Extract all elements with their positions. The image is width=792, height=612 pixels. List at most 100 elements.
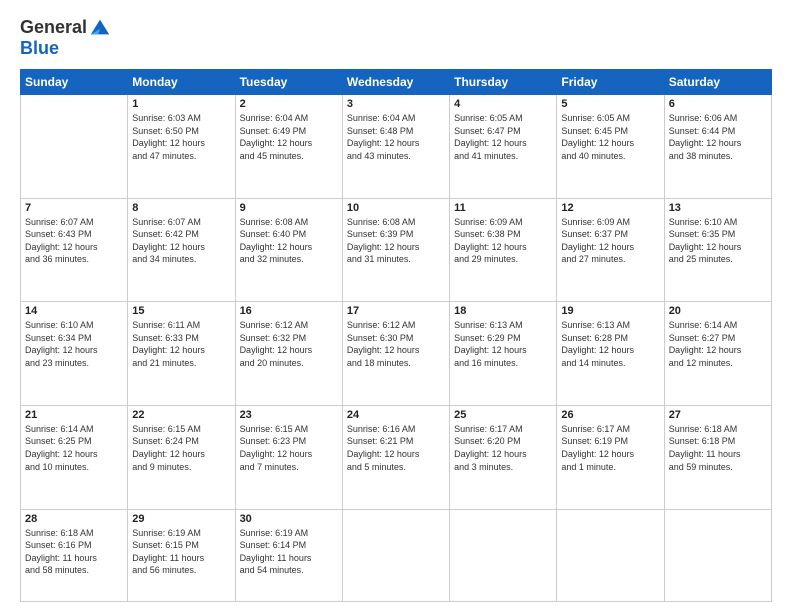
day-info: Sunrise: 6:10 AM Sunset: 6:35 PM Dayligh…	[669, 216, 767, 266]
day-number: 24	[347, 409, 445, 421]
day-number: 5	[561, 98, 659, 110]
day-number: 21	[25, 409, 123, 421]
calendar-cell: 27 Sunrise: 6:18 AM Sunset: 6:18 PM Dayli…	[664, 405, 771, 509]
day-info: Sunrise: 6:10 AM Sunset: 6:34 PM Dayligh…	[25, 319, 123, 369]
day-info: Sunrise: 6:04 AM Sunset: 6:49 PM Dayligh…	[240, 112, 338, 162]
day-info: Sunrise: 6:07 AM Sunset: 6:42 PM Dayligh…	[132, 216, 230, 266]
calendar-cell: 13 Sunrise: 6:10 AM Sunset: 6:35 PM Dayli…	[664, 198, 771, 302]
calendar-week-5: 28 Sunrise: 6:18 AM Sunset: 6:16 PM Dayli…	[21, 509, 772, 602]
calendar-cell	[557, 509, 664, 602]
calendar-cell: 4Sunrise: 6:05 AM Sunset: 6:47 PM Daylig…	[450, 95, 557, 199]
calendar-cell: 25 Sunrise: 6:17 AM Sunset: 6:20 PM Dayli…	[450, 405, 557, 509]
day-info: Sunrise: 6:19 AM Sunset: 6:15 PM Dayligh…	[132, 527, 230, 577]
day-info: Sunrise: 6:17 AM Sunset: 6:19 PM Dayligh…	[561, 423, 659, 473]
calendar-cell: 18 Sunrise: 6:13 AM Sunset: 6:29 PM Dayli…	[450, 302, 557, 406]
day-number: 25	[454, 409, 552, 421]
day-number: 2	[240, 98, 338, 110]
day-number: 17	[347, 305, 445, 317]
calendar-cell: 17 Sunrise: 6:12 AM Sunset: 6:30 PM Dayli…	[342, 302, 449, 406]
day-number: 23	[240, 409, 338, 421]
day-number: 22	[132, 409, 230, 421]
calendar-cell: 12 Sunrise: 6:09 AM Sunset: 6:37 PM Dayli…	[557, 198, 664, 302]
day-number: 15	[132, 305, 230, 317]
calendar-cell: 20Sunrise: 6:14 AM Sunset: 6:27 PM Dayli…	[664, 302, 771, 406]
logo-general-text: General	[20, 17, 87, 38]
day-info: Sunrise: 6:15 AM Sunset: 6:24 PM Dayligh…	[132, 423, 230, 473]
day-info: Sunrise: 6:06 AM Sunset: 6:44 PM Dayligh…	[669, 112, 767, 162]
calendar-cell: 7 Sunrise: 6:07 AM Sunset: 6:43 PM Daylig…	[21, 198, 128, 302]
calendar-header-row: SundayMondayTuesdayWednesdayThursdayFrid…	[21, 70, 772, 95]
calendar-header-saturday: Saturday	[664, 70, 771, 95]
calendar-cell: 5 Sunrise: 6:05 AM Sunset: 6:45 PM Daylig…	[557, 95, 664, 199]
day-number: 28	[25, 513, 123, 525]
day-number: 27	[669, 409, 767, 421]
calendar-cell: 14 Sunrise: 6:10 AM Sunset: 6:34 PM Dayli…	[21, 302, 128, 406]
day-number: 9	[240, 202, 338, 214]
day-number: 26	[561, 409, 659, 421]
calendar-cell: 26 Sunrise: 6:17 AM Sunset: 6:19 PM Dayli…	[557, 405, 664, 509]
calendar-cell	[21, 95, 128, 199]
day-number: 8	[132, 202, 230, 214]
page: General Blue SundayMondayTuesdayWednesda…	[0, 0, 792, 612]
day-info: Sunrise: 6:18 AM Sunset: 6:16 PM Dayligh…	[25, 527, 123, 577]
day-number: 4	[454, 98, 552, 110]
day-info: Sunrise: 6:05 AM Sunset: 6:45 PM Dayligh…	[561, 112, 659, 162]
calendar-cell: 15 Sunrise: 6:11 AM Sunset: 6:33 PM Dayli…	[128, 302, 235, 406]
day-info: Sunrise: 6:07 AM Sunset: 6:43 PM Dayligh…	[25, 216, 123, 266]
day-number: 1	[132, 98, 230, 110]
calendar-cell: 19 Sunrise: 6:13 AM Sunset: 6:28 PM Dayli…	[557, 302, 664, 406]
day-info: Sunrise: 6:09 AM Sunset: 6:37 PM Dayligh…	[561, 216, 659, 266]
calendar-header-friday: Friday	[557, 70, 664, 95]
calendar-week-4: 21 Sunrise: 6:14 AM Sunset: 6:25 PM Dayli…	[21, 405, 772, 509]
day-info: Sunrise: 6:13 AM Sunset: 6:29 PM Dayligh…	[454, 319, 552, 369]
day-number: 6	[669, 98, 767, 110]
day-info: Sunrise: 6:17 AM Sunset: 6:20 PM Dayligh…	[454, 423, 552, 473]
day-info: Sunrise: 6:16 AM Sunset: 6:21 PM Dayligh…	[347, 423, 445, 473]
day-number: 18	[454, 305, 552, 317]
calendar-header-thursday: Thursday	[450, 70, 557, 95]
calendar-week-1: 1Sunrise: 6:03 AM Sunset: 6:50 PM Daylig…	[21, 95, 772, 199]
day-info: Sunrise: 6:12 AM Sunset: 6:30 PM Dayligh…	[347, 319, 445, 369]
calendar-cell: 16 Sunrise: 6:12 AM Sunset: 6:32 PM Dayli…	[235, 302, 342, 406]
logo: General Blue	[20, 16, 111, 59]
day-info: Sunrise: 6:19 AM Sunset: 6:14 PM Dayligh…	[240, 527, 338, 577]
day-number: 3	[347, 98, 445, 110]
day-number: 16	[240, 305, 338, 317]
day-info: Sunrise: 6:08 AM Sunset: 6:40 PM Dayligh…	[240, 216, 338, 266]
calendar-table: SundayMondayTuesdayWednesdayThursdayFrid…	[20, 69, 772, 602]
day-number: 19	[561, 305, 659, 317]
day-number: 29	[132, 513, 230, 525]
calendar-cell: 1Sunrise: 6:03 AM Sunset: 6:50 PM Daylig…	[128, 95, 235, 199]
calendar-cell: 30Sunrise: 6:19 AM Sunset: 6:14 PM Dayli…	[235, 509, 342, 602]
day-info: Sunrise: 6:14 AM Sunset: 6:25 PM Dayligh…	[25, 423, 123, 473]
day-info: Sunrise: 6:18 AM Sunset: 6:18 PM Dayligh…	[669, 423, 767, 473]
calendar-header-sunday: Sunday	[21, 70, 128, 95]
calendar-cell: 9 Sunrise: 6:08 AM Sunset: 6:40 PM Daylig…	[235, 198, 342, 302]
calendar-cell: 11Sunrise: 6:09 AM Sunset: 6:38 PM Dayli…	[450, 198, 557, 302]
day-number: 20	[669, 305, 767, 317]
calendar-cell	[342, 509, 449, 602]
day-info: Sunrise: 6:13 AM Sunset: 6:28 PM Dayligh…	[561, 319, 659, 369]
calendar-cell: 2 Sunrise: 6:04 AM Sunset: 6:49 PM Daylig…	[235, 95, 342, 199]
calendar-header-tuesday: Tuesday	[235, 70, 342, 95]
day-number: 12	[561, 202, 659, 214]
day-info: Sunrise: 6:09 AM Sunset: 6:38 PM Dayligh…	[454, 216, 552, 266]
calendar-header-monday: Monday	[128, 70, 235, 95]
calendar-week-3: 14 Sunrise: 6:10 AM Sunset: 6:34 PM Dayli…	[21, 302, 772, 406]
calendar-week-2: 7 Sunrise: 6:07 AM Sunset: 6:43 PM Daylig…	[21, 198, 772, 302]
calendar-cell: 21 Sunrise: 6:14 AM Sunset: 6:25 PM Dayli…	[21, 405, 128, 509]
calendar-cell: 22 Sunrise: 6:15 AM Sunset: 6:24 PM Dayli…	[128, 405, 235, 509]
day-number: 14	[25, 305, 123, 317]
calendar-cell: 28 Sunrise: 6:18 AM Sunset: 6:16 PM Dayli…	[21, 509, 128, 602]
calendar-cell: 3Sunrise: 6:04 AM Sunset: 6:48 PM Daylig…	[342, 95, 449, 199]
calendar-cell	[450, 509, 557, 602]
day-info: Sunrise: 6:12 AM Sunset: 6:32 PM Dayligh…	[240, 319, 338, 369]
calendar-cell: 24 Sunrise: 6:16 AM Sunset: 6:21 PM Dayli…	[342, 405, 449, 509]
day-info: Sunrise: 6:11 AM Sunset: 6:33 PM Dayligh…	[132, 319, 230, 369]
day-number: 13	[669, 202, 767, 214]
logo-icon	[89, 16, 111, 38]
calendar-cell: 6 Sunrise: 6:06 AM Sunset: 6:44 PM Daylig…	[664, 95, 771, 199]
day-number: 7	[25, 202, 123, 214]
calendar-cell: 23Sunrise: 6:15 AM Sunset: 6:23 PM Dayli…	[235, 405, 342, 509]
calendar-header-wednesday: Wednesday	[342, 70, 449, 95]
